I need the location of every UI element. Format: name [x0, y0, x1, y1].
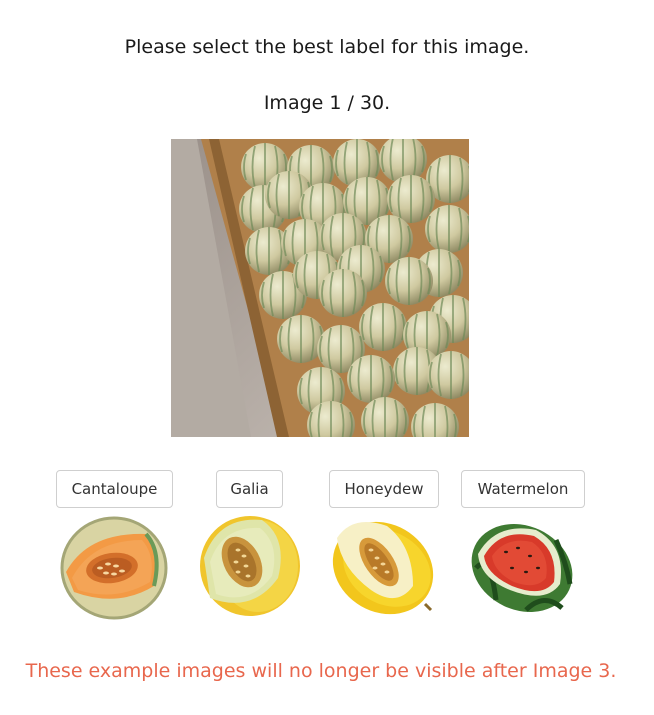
- label-button-cantaloupe[interactable]: Cantaloupe: [56, 470, 173, 508]
- image-counter: Image 1 / 30.: [263, 92, 391, 114]
- label-button-galia[interactable]: Galia: [216, 470, 283, 508]
- example-image-honeydew: [327, 512, 439, 620]
- label-button-watermelon[interactable]: Watermelon: [461, 470, 585, 508]
- instruction-text: Please select the best label for this im…: [124, 36, 530, 58]
- target-image: [171, 139, 469, 437]
- example-image-galia: [192, 512, 304, 620]
- example-image-watermelon: [466, 512, 578, 620]
- examples-notice: These example images will no longer be v…: [25, 660, 617, 682]
- example-image-cantaloupe: [58, 512, 170, 620]
- labeling-page: Please select the best label for this im…: [0, 0, 654, 715]
- label-button-honeydew[interactable]: Honeydew: [329, 470, 439, 508]
